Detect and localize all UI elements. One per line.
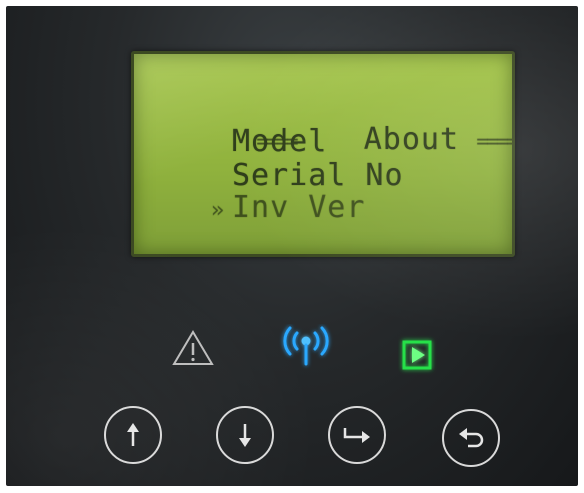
arrow-down-icon xyxy=(239,424,251,447)
back-return-icon xyxy=(459,428,484,448)
lcd-cursor-icon: » xyxy=(210,198,226,223)
run-indicator xyxy=(398,335,438,375)
down-button[interactable] xyxy=(216,406,274,464)
arrow-up-icon xyxy=(127,423,139,446)
play-icon xyxy=(402,340,432,370)
communication-indicator xyxy=(276,324,336,370)
enter-button[interactable] xyxy=(328,406,386,464)
inverter-control-panel: ====About===== Model Serial No »Inv Ver xyxy=(6,6,578,486)
lcd-display: ====About===== Model Serial No »Inv Ver xyxy=(131,51,515,257)
lcd-menu-item-inv-ver: » Inv Ver xyxy=(204,190,512,227)
lcd-menu-item-inv-ver-label: Inv Ver xyxy=(232,190,366,225)
warning-indicator xyxy=(171,328,215,368)
enter-arrow-icon xyxy=(343,428,370,443)
lcd-menu-item-model: Model xyxy=(232,124,328,159)
lcd-menu-item-serial-no: Serial No xyxy=(232,158,404,193)
wireless-signal-icon xyxy=(283,326,329,366)
back-button[interactable] xyxy=(442,409,500,467)
up-button[interactable] xyxy=(104,406,162,464)
warning-triangle-icon xyxy=(172,330,214,365)
